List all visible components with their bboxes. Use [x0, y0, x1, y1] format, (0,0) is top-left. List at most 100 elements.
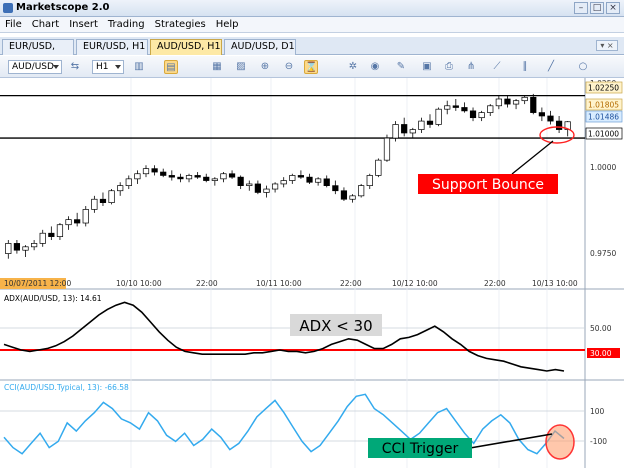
- templates-icon[interactable]: ▨: [234, 60, 248, 74]
- time-axis-label: 10/10 10:00: [116, 279, 162, 288]
- candle-body: [65, 219, 72, 226]
- candle-body: [280, 180, 287, 185]
- candle-body: [435, 108, 442, 125]
- candle-body: [555, 120, 563, 130]
- chevron-down-icon: [115, 65, 121, 69]
- candle-body: [185, 175, 193, 180]
- ellipse-tool-icon[interactable]: ○: [576, 60, 590, 74]
- candle-body: [521, 96, 528, 102]
- candle-body: [220, 173, 227, 180]
- tab-audusd-d1[interactable]: AUD/USD, D1: [224, 39, 296, 55]
- price-tag-text: 1.02250: [588, 84, 619, 93]
- candle-body: [134, 173, 141, 180]
- price-tick-label: 0.9750: [590, 249, 616, 258]
- minimize-button[interactable]: –: [574, 2, 588, 14]
- adx-level-label: 30.00: [590, 349, 612, 358]
- candle-body: [82, 209, 89, 224]
- pencil-icon[interactable]: ✎: [394, 60, 408, 74]
- chart-area[interactable]: 1.0250 1.0000 0.9750 1.02250 1.01805 1.0…: [0, 78, 624, 468]
- candle-body: [452, 105, 459, 108]
- chevron-down-icon: [53, 65, 59, 69]
- chart-tabs: EUR/USD, W1 EUR/USD, H1 AUD/USD, H1 AUD/…: [0, 37, 624, 66]
- candle-body: [323, 178, 330, 186]
- candle-body: [263, 188, 270, 193]
- image-icon[interactable]: ▣: [420, 60, 434, 74]
- candle-body: [228, 173, 236, 178]
- candle-body: [168, 175, 175, 178]
- candles-icon[interactable]: ▤: [164, 60, 178, 74]
- print-icon[interactable]: ⎙: [442, 60, 456, 74]
- channel-icon[interactable]: ∥: [518, 60, 532, 74]
- candle-body: [91, 198, 98, 210]
- adx-label: ADX(AUD/USD, 13): 14.61: [4, 294, 102, 303]
- cci-level-label: -100: [590, 437, 607, 446]
- candle-body: [547, 115, 554, 122]
- time-axis-label: 22:00: [484, 279, 506, 288]
- chart-type-icon[interactable]: ▥: [132, 60, 146, 74]
- time-axis-label: 10/13 10:00: [532, 279, 578, 288]
- candle-body: [444, 105, 451, 110]
- crosshair-icon[interactable]: ⌛: [304, 60, 318, 74]
- price-tag-text: 1.01805: [588, 101, 619, 110]
- support-bounce-label: Support Bounce: [432, 177, 544, 193]
- tab-audusd-h1[interactable]: AUD/USD, H1: [150, 39, 222, 55]
- chart-background: [0, 78, 624, 468]
- line-tool-icon[interactable]: ╱: [544, 60, 558, 74]
- candle-body: [151, 168, 158, 173]
- cci-label: CCI(AUD/USD.Typical, 13): -66.58: [4, 383, 129, 392]
- tab-menu-icon[interactable]: ▾ ×: [596, 40, 618, 51]
- candle-body: [349, 195, 356, 200]
- adx-annotation-label: ADX < 30: [299, 317, 372, 335]
- candle-body: [530, 96, 537, 113]
- timeframe-select[interactable]: H1: [92, 60, 124, 74]
- time-axis-label: 10/07/2011 12:00: [4, 279, 71, 288]
- maximize-button[interactable]: □: [590, 2, 604, 14]
- zoom-in-icon[interactable]: ⊕: [258, 60, 272, 74]
- candle-body: [383, 137, 391, 161]
- time-axis-label: 10/12 10:00: [392, 279, 438, 288]
- candle-body: [246, 183, 253, 186]
- candle-body: [409, 129, 416, 134]
- menu-strategies[interactable]: Strategies: [150, 17, 211, 32]
- candle-body: [211, 178, 218, 181]
- candle-body: [366, 175, 373, 186]
- menu-file[interactable]: File: [0, 17, 27, 32]
- candle-body: [194, 175, 201, 178]
- menu-help[interactable]: Help: [211, 17, 244, 32]
- trendline-icon[interactable]: ⟋: [490, 60, 504, 74]
- chart-svg[interactable]: 1.0250 1.0000 0.9750 1.02250 1.01805 1.0…: [0, 78, 624, 468]
- price-tag-text: 1.01000: [588, 130, 619, 139]
- candle-body: [203, 176, 210, 181]
- candle-body: [160, 171, 167, 176]
- settings-icon[interactable]: ✲: [346, 60, 360, 74]
- time-axis-label: 22:00: [196, 279, 218, 288]
- chart-toolbar: AUD/USD ⇆ H1 ▥ ▤ ▦ ▨ ⊕ ⊖ ⌛ ✲ ◉ ✎ ▣ ⎙ ⋔ ⟋…: [0, 56, 624, 78]
- candle-body: [358, 185, 365, 197]
- window-title: Marketscope 2.0: [16, 2, 110, 13]
- candle-body: [5, 243, 12, 254]
- candle-body: [375, 159, 382, 176]
- zoom-out-icon[interactable]: ⊖: [282, 60, 296, 74]
- close-button[interactable]: ×: [606, 2, 620, 14]
- globe-icon[interactable]: ◉: [368, 60, 382, 74]
- fibonacci-icon[interactable]: ⋔: [464, 60, 478, 74]
- candle-body: [478, 112, 485, 119]
- timeframe-value: H1: [96, 62, 109, 72]
- candle-body: [297, 175, 305, 178]
- tab-eurusd-w1[interactable]: EUR/USD, W1: [2, 39, 74, 66]
- instrument-icon[interactable]: ⇆: [68, 60, 82, 74]
- candle-body: [306, 176, 313, 183]
- candle-body: [504, 98, 511, 105]
- indicators-icon[interactable]: ▦: [210, 60, 224, 74]
- symbol-select[interactable]: AUD/USD: [8, 60, 62, 74]
- candle-body: [74, 219, 81, 224]
- menu-insert[interactable]: Insert: [64, 17, 103, 32]
- candle-body: [177, 176, 184, 180]
- candle-body: [39, 232, 46, 244]
- price-tick-label: 1.0000: [590, 163, 616, 172]
- cci-trigger-circle: [545, 424, 575, 460]
- menu-trading[interactable]: Trading: [103, 17, 150, 32]
- candle-body: [237, 176, 244, 186]
- menu-chart[interactable]: Chart: [27, 17, 64, 32]
- tab-eurusd-h1[interactable]: EUR/USD, H1: [76, 39, 148, 55]
